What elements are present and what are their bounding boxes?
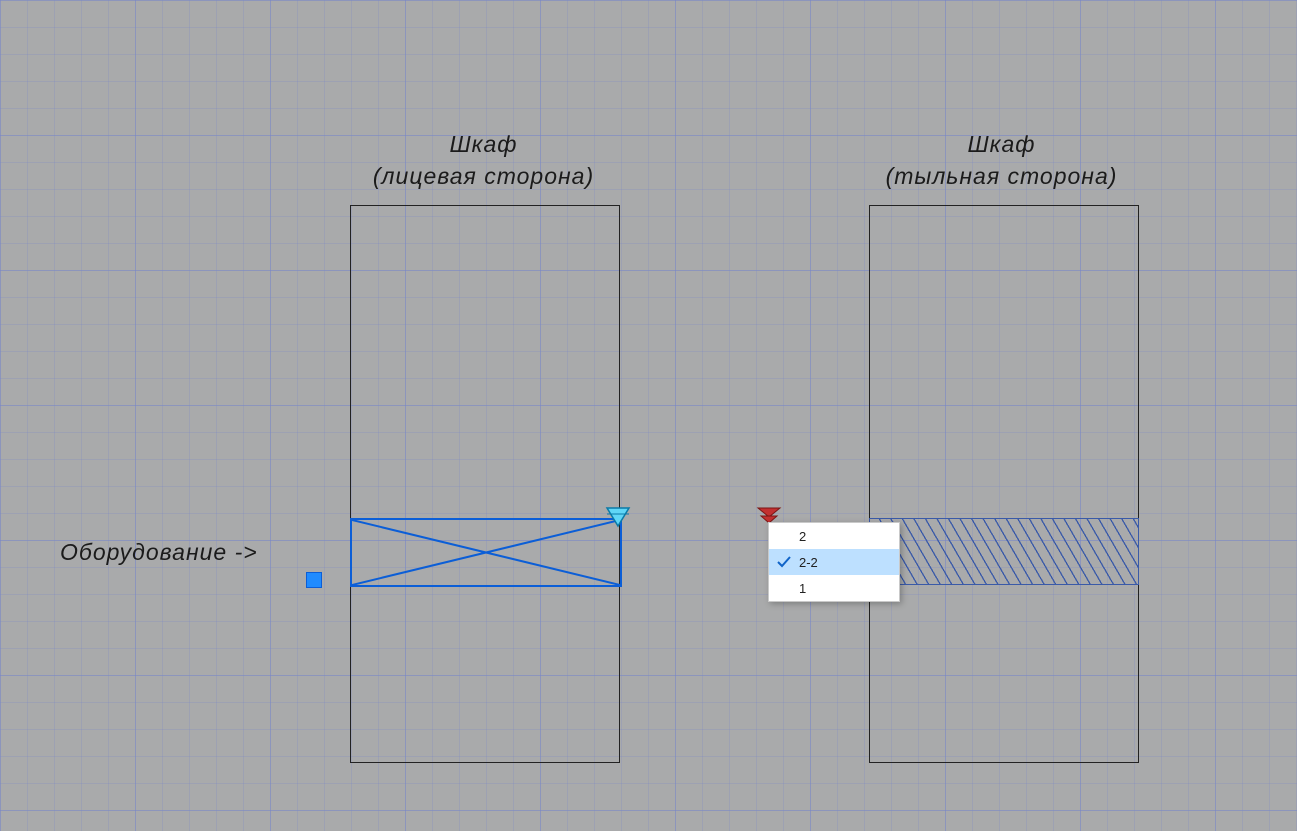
menu-item-label: 1 — [799, 581, 806, 596]
check-icon — [776, 554, 792, 570]
cabinet-front-label-line1: Шкаф — [330, 128, 637, 160]
context-menu[interactable]: 2 2-2 1 — [768, 522, 900, 602]
equipment-front-selected[interactable] — [350, 518, 622, 587]
cabinet-back-label-line1: Шкаф — [848, 128, 1155, 160]
cabinet-front[interactable] — [350, 205, 620, 763]
marker-triangle-blue-icon[interactable] — [605, 506, 631, 528]
menu-item-label: 2 — [799, 529, 806, 544]
cabinet-front-label: Шкаф (лицевая сторона) — [330, 128, 637, 192]
menu-item-2[interactable]: 2 — [769, 523, 899, 549]
cabinet-back-label-line2: (тыльная сторона) — [848, 160, 1155, 192]
cabinet-back[interactable] — [869, 205, 1139, 763]
cabinet-back-label: Шкаф (тыльная сторона) — [848, 128, 1155, 192]
menu-item-label: 2-2 — [799, 555, 818, 570]
selection-grip[interactable] — [306, 572, 322, 588]
menu-item-1[interactable]: 1 — [769, 575, 899, 601]
cabinet-front-label-line2: (лицевая сторона) — [330, 160, 637, 192]
drawing-canvas[interactable]: Шкаф (лицевая сторона) Шкаф (тыльная сто… — [0, 0, 1297, 831]
equipment-x-icon — [352, 520, 620, 585]
menu-item-2-2[interactable]: 2-2 — [769, 549, 899, 575]
equipment-label: Оборудование -> — [60, 536, 258, 568]
hatch-fill — [870, 519, 1138, 584]
equipment-back[interactable] — [869, 518, 1139, 585]
